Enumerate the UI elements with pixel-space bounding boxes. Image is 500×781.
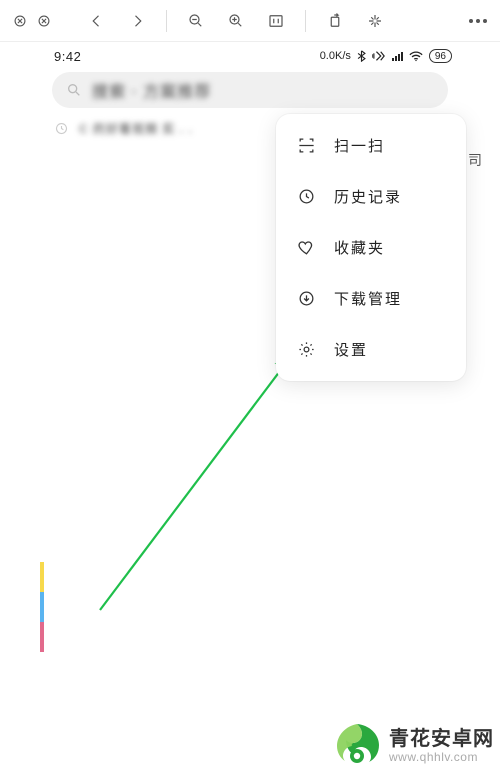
gear-icon (296, 340, 316, 360)
menu-item-downloads[interactable]: 下载管理 (276, 273, 466, 324)
close-all-icon[interactable] (32, 4, 56, 38)
search-placeholder-blurred: 搜索 · 方案推荐 (92, 78, 211, 102)
toolbar-divider-2 (305, 10, 306, 32)
side-color-1 (40, 562, 44, 592)
zoom-out-icon[interactable] (179, 4, 213, 38)
heart-icon (296, 238, 316, 258)
close-tab-icon[interactable] (8, 4, 32, 38)
history-icon (54, 121, 69, 136)
vibrate-icon (372, 50, 386, 62)
browser-overflow-menu: 扫一扫 历史记录 收藏夹 下载管理 设置 (276, 114, 466, 381)
battery-indicator: 96 (429, 49, 452, 63)
watermark-title: 青花安卓网 (389, 728, 494, 751)
history-text-blurred: C 的好看视频 实 . . (79, 120, 193, 137)
menu-item-settings[interactable]: 设置 (276, 324, 466, 375)
clock-icon (296, 187, 316, 207)
watermark-subtitle: www.qhhlv.com (389, 751, 494, 765)
more-menu-icon[interactable] (464, 7, 492, 35)
status-network-speed: 0.0K/s (320, 50, 351, 62)
signal-icon (392, 51, 403, 61)
menu-item-favorites[interactable]: 收藏夹 (276, 222, 466, 273)
peeking-text: 司 (468, 150, 482, 170)
watermark-logo-icon (333, 720, 381, 773)
menu-item-label: 扫一扫 (334, 135, 385, 156)
host-toolbar (0, 0, 500, 42)
menu-item-label: 历史记录 (334, 186, 402, 207)
menu-item-label: 设置 (334, 339, 368, 360)
download-icon (296, 289, 316, 309)
nav-forward-icon[interactable] (120, 4, 154, 38)
sparkle-icon[interactable] (358, 4, 392, 38)
menu-item-scan[interactable]: 扫一扫 (276, 120, 466, 171)
search-icon (66, 82, 82, 98)
toolbar-divider (166, 10, 167, 32)
bluetooth-icon (357, 50, 366, 62)
status-bar: 9:42 0.0K/s 96 (40, 42, 460, 72)
menu-item-label: 收藏夹 (334, 237, 385, 258)
zoom-in-icon[interactable] (219, 4, 253, 38)
wifi-icon (409, 51, 423, 62)
status-time: 9:42 (54, 49, 81, 64)
search-input[interactable]: 搜索 · 方案推荐 (52, 72, 448, 108)
side-color-2 (40, 592, 44, 622)
watermark: 青花安卓网 www.qhhlv.com (333, 720, 494, 773)
menu-item-history[interactable]: 历史记录 (276, 171, 466, 222)
actual-size-icon[interactable] (259, 4, 293, 38)
phone-screenshot-area: 9:42 0.0K/s 96 搜索 · 方案推荐 C 的好看视频 实 . . 司… (40, 42, 460, 781)
menu-item-label: 下载管理 (334, 288, 402, 309)
side-color-3 (40, 622, 44, 652)
rotate-icon[interactable] (318, 4, 352, 38)
side-color-accent (40, 562, 44, 652)
nav-back-icon[interactable] (80, 4, 114, 38)
scan-icon (296, 136, 316, 156)
